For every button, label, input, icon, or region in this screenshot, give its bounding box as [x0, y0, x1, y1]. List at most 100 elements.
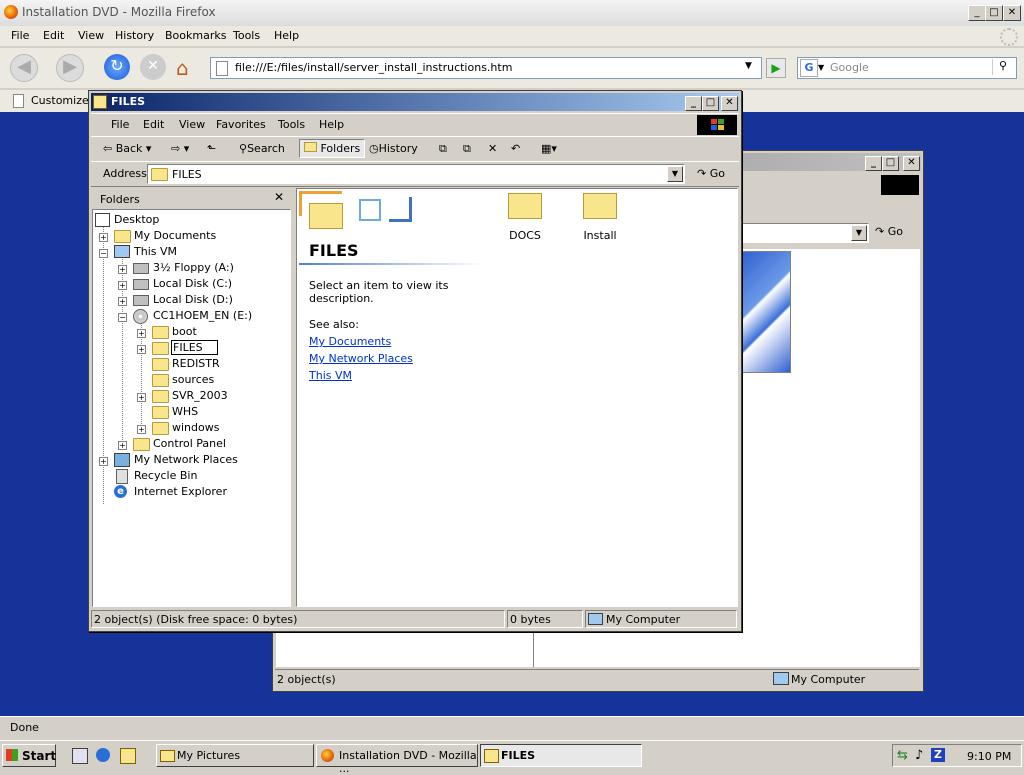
expand-icon[interactable]: + — [137, 329, 146, 338]
search-button[interactable]: ⚲Search — [235, 140, 289, 157]
tree-desktop[interactable]: Desktop — [95, 213, 159, 227]
home-icon[interactable]: ⌂ — [176, 56, 189, 80]
close-button[interactable]: ✕ — [1003, 5, 1021, 21]
menu-help[interactable]: Help — [274, 29, 299, 42]
menu-file[interactable]: File — [11, 29, 29, 42]
explorer-title-bar[interactable]: FILES _ □ ✕ — [91, 93, 739, 111]
explorer-maximize-button[interactable]: □ — [702, 96, 719, 111]
search-box[interactable]: G ▼ Google ⚲ — [797, 57, 1017, 79]
menu-tools[interactable]: Tools — [233, 29, 260, 42]
tree-files[interactable]: FILES — [152, 340, 218, 355]
expand-icon[interactable]: + — [118, 281, 127, 290]
expand-icon[interactable]: + — [137, 393, 146, 402]
address-field[interactable]: FILES ▼ — [147, 164, 685, 184]
back-arrow-icon[interactable]: ◀ — [10, 54, 38, 82]
tree-windows[interactable]: windows — [152, 421, 219, 435]
tree-control-panel[interactable]: Control Panel — [133, 437, 226, 451]
move-to-button[interactable]: ⧉ — [435, 140, 451, 158]
expand-icon[interactable]: + — [137, 425, 146, 434]
volume-icon[interactable]: ♪ — [915, 748, 923, 763]
url-bar[interactable]: file:///E:/files/install/server_install_… — [210, 57, 762, 79]
menu-edit[interactable]: Edit — [43, 29, 64, 42]
folders-button[interactable]: Folders — [299, 139, 366, 158]
z-tray-icon[interactable]: Z — [931, 748, 945, 762]
task-installation-dvd[interactable]: Installation DVD - Mozilla ... — [316, 744, 478, 775]
tree-internet-explorer[interactable]: e Internet Explorer — [114, 485, 227, 498]
menu-view[interactable]: View — [78, 29, 104, 42]
tree-local-d[interactable]: Local Disk (D:) — [133, 293, 233, 306]
tree-recycle-bin[interactable]: Recycle Bin — [114, 469, 197, 484]
google-icon[interactable]: G — [800, 59, 818, 77]
menu-history[interactable]: History — [115, 29, 154, 42]
stop-icon[interactable]: ✕ — [140, 54, 166, 80]
go-button[interactable]: ↷ Go — [697, 167, 725, 180]
start-button[interactable]: Start — [2, 744, 56, 767]
link-my-documents[interactable]: My Documents — [309, 335, 391, 348]
quicklaunch-explorer-icon[interactable] — [120, 748, 136, 764]
bg-address-field[interactable]: ▼ — [739, 223, 869, 243]
forward-button[interactable]: ⇨ ▾ — [167, 140, 193, 157]
undo-button[interactable]: ↶ — [507, 140, 524, 157]
go-arrow-icon[interactable]: ▶ — [766, 58, 786, 78]
tree-sources[interactable]: sources — [152, 373, 214, 387]
quicklaunch-desktop-icon[interactable] — [72, 748, 88, 764]
expand-icon[interactable]: + — [137, 345, 146, 354]
collapse-icon[interactable]: − — [118, 313, 127, 322]
address-dropdown-icon[interactable]: ▼ — [667, 166, 683, 182]
menu-bookmarks[interactable]: Bookmarks — [165, 29, 226, 42]
bg-close-button[interactable]: ✕ — [903, 156, 920, 171]
network-tray-icon[interactable]: ⇆ — [897, 748, 908, 763]
explorer-menu-favorites[interactable]: Favorites — [212, 116, 270, 133]
explorer-close-button[interactable]: ✕ — [721, 96, 738, 111]
engine-dropdown-icon[interactable]: ▼ — [818, 63, 824, 72]
tree-local-c[interactable]: Local Disk (C:) — [133, 277, 232, 290]
expand-icon[interactable]: + — [118, 297, 127, 306]
tree-this-vm[interactable]: This VM — [114, 245, 177, 258]
views-button[interactable]: ▦▾ — [537, 140, 561, 157]
reload-icon[interactable]: ↻ — [104, 54, 130, 80]
bg-address-dropdown-icon[interactable]: ▼ — [851, 225, 867, 241]
forward-arrow-icon[interactable]: ▶ — [56, 54, 84, 82]
explorer-menu-view[interactable]: View — [175, 116, 209, 133]
tree-network-places[interactable]: My Network Places — [114, 453, 238, 467]
tree-redistr[interactable]: REDISTR — [152, 357, 220, 371]
quicklaunch-ie-icon[interactable] — [96, 748, 110, 762]
history-button[interactable]: ◷History — [365, 140, 422, 157]
task-my-pictures[interactable]: My Pictures — [156, 744, 314, 767]
expand-icon[interactable]: + — [118, 265, 127, 274]
tree-whs[interactable]: WHS — [152, 405, 198, 419]
expand-icon[interactable]: + — [118, 441, 127, 450]
task-files[interactable]: FILES — [480, 744, 642, 767]
folder-item-install[interactable]: Install — [577, 193, 623, 242]
tree-floppy[interactable]: 3½ Floppy (A:) — [133, 261, 234, 274]
explorer-window[interactable]: FILES _ □ ✕ File Edit View Favorites Too… — [88, 90, 742, 632]
maximize-button[interactable]: □ — [985, 5, 1003, 21]
up-folder-button[interactable]: ⬑ — [203, 140, 220, 157]
expand-icon[interactable]: + — [99, 457, 108, 466]
copy-to-button[interactable]: ⧉ — [459, 140, 475, 158]
delete-button[interactable]: ✕ — [484, 140, 501, 157]
explorer-minimize-button[interactable]: _ — [685, 96, 702, 111]
bg-minimize-button[interactable]: _ — [865, 156, 882, 171]
bg-go-button[interactable]: ↷ Go — [875, 225, 903, 238]
link-this-vm[interactable]: This VM — [309, 369, 352, 382]
explorer-menu-file[interactable]: File — [107, 116, 133, 133]
collapse-icon[interactable]: − — [99, 249, 108, 258]
url-dropdown-icon[interactable]: ▼ — [745, 61, 752, 71]
tree-my-documents[interactable]: My Documents — [114, 229, 216, 243]
tree-svr2003[interactable]: SVR_2003 — [152, 389, 228, 403]
explorer-menu-edit[interactable]: Edit — [139, 116, 168, 133]
minimize-button[interactable]: _ — [968, 5, 986, 21]
folders-pane-close-icon[interactable]: ✕ — [274, 190, 284, 204]
tree-dvd-drive[interactable]: CC1HOEM_EN (E:) — [133, 309, 252, 324]
folder-item-docs[interactable]: DOCS — [505, 193, 545, 242]
explorer-menu-help[interactable]: Help — [315, 116, 348, 133]
expand-icon[interactable]: + — [99, 233, 108, 242]
explorer-menu-tools[interactable]: Tools — [274, 116, 309, 133]
tree-boot[interactable]: boot — [152, 325, 197, 339]
bg-maximize-button[interactable]: □ — [882, 156, 899, 171]
tree-label-rename[interactable]: FILES — [171, 340, 218, 355]
link-my-network-places[interactable]: My Network Places — [309, 352, 413, 365]
magnifier-icon[interactable]: ⚲ — [992, 59, 1013, 75]
back-button[interactable]: ⇦ Back ▾ — [99, 140, 155, 157]
